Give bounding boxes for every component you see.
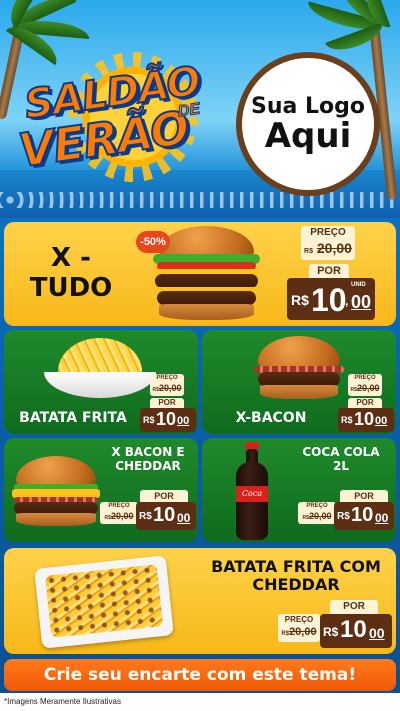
- price-tag: R$ 10 00: [136, 502, 196, 530]
- product-card-batata-frita: BATATA FRITA PREÇO R$20,00 POR R$ 10 00: [4, 330, 198, 434]
- old-price-value: 20,00: [289, 626, 317, 638]
- product-card-batata-cheddar: BATATA FRITA COM CHEDDAR POR PREÇO R$20,…: [4, 548, 396, 654]
- price-currency: R$: [337, 511, 350, 522]
- logo-text-line-2: Aqui: [264, 115, 352, 156]
- old-price-value: 20,00: [308, 511, 332, 521]
- discount-badge: -50%: [136, 231, 170, 253]
- price-cents: 00: [351, 292, 372, 312]
- preco-label: PREÇO: [310, 227, 346, 238]
- por-label: POR: [330, 600, 378, 614]
- price-tag: R$ 10 , 00 UNID: [287, 278, 375, 320]
- product-name: BATATA FRITA COM CHEDDAR: [200, 557, 392, 595]
- old-price-value: 20,00: [316, 240, 352, 256]
- product-name-line-2: TUDO: [29, 272, 113, 303]
- bottle-label-logo: Coca: [236, 486, 268, 502]
- product-card-coca-cola: Coca COCA COLA 2L POR PREÇO R$20,00 R$ 1…: [202, 438, 396, 542]
- product-name: X BACON E CHEDDAR: [100, 445, 196, 474]
- product-name-line-2: 2L: [333, 458, 349, 473]
- old-price-tag: PREÇO R$20,00: [150, 374, 184, 396]
- burger-cheddar-image: [10, 456, 102, 528]
- promo-flyer: SALDÃO VERÃO DE Sua Logo Aqui X - TUDO P…: [0, 0, 400, 711]
- por-label: POR: [150, 398, 184, 408]
- preco-label: PREÇO: [354, 375, 376, 381]
- price-currency: R$: [143, 415, 155, 425]
- price-cents: 00: [177, 415, 190, 427]
- price-tag: R$ 10 00: [334, 502, 394, 530]
- old-price-tag: PREÇO R$20,00: [298, 502, 336, 524]
- price-tag: R$ 10 00: [320, 614, 392, 648]
- price-integer: 10: [311, 282, 347, 318]
- old-price-value: 20,00: [356, 383, 380, 393]
- product-name-line-1: COCA COLA: [302, 445, 380, 459]
- price-integer: 10: [156, 409, 177, 429]
- burger-bacon-image: [254, 336, 344, 402]
- old-price-tag: PREÇO R$ 20,00: [301, 226, 355, 260]
- old-price-value: 20,00: [158, 383, 182, 393]
- product-name: X - TUDO: [26, 243, 116, 304]
- product-card-x-bacon-cheddar: X BACON E CHEDDAR POR PREÇO R$20,00 R$ 1…: [4, 438, 198, 542]
- product-name-line-2: CHEDDAR: [252, 575, 340, 595]
- title-de: DE: [176, 100, 202, 121]
- fries-tray-image: [34, 555, 174, 649]
- price-integer: 10: [153, 504, 176, 526]
- price-currency: R$: [341, 415, 353, 425]
- price-cents: 00: [375, 415, 388, 427]
- product-name-line-1: BATATA FRITA COM: [211, 557, 381, 576]
- promo-title: SALDÃO VERÃO DE: [14, 57, 218, 178]
- old-price-tag: PREÇO R$20,00: [348, 374, 382, 396]
- price-currency: R$: [291, 292, 309, 308]
- old-price-tag: PREÇO R$20,00: [278, 614, 320, 642]
- price-cents: 00: [375, 511, 389, 525]
- product-name: X-BACON: [235, 410, 307, 426]
- price-currency: R$: [139, 511, 152, 522]
- price-tag: R$ 10 00: [140, 408, 196, 432]
- por-label: POR: [140, 490, 188, 502]
- product-card-x-tudo: X - TUDO PREÇO R$ 20,00 POR R$ 10 , 00 U…: [4, 222, 396, 326]
- cta-banner[interactable]: Crie seu encarte com este tema!: [4, 659, 396, 691]
- price-cents: 00: [177, 511, 191, 525]
- unid-label: UNID: [351, 282, 366, 288]
- price-currency: R$: [323, 625, 339, 639]
- old-price-value: 20,00: [110, 511, 134, 521]
- preco-label: PREÇO: [306, 503, 328, 509]
- logo-text-line-1: Sua Logo: [250, 93, 365, 119]
- old-price-currency: R$: [304, 248, 313, 255]
- product-name: COCA COLA 2L: [288, 445, 394, 474]
- product-name-line-1: X -: [51, 243, 91, 273]
- soda-bottle-image: Coca: [234, 442, 270, 540]
- header-banner: SALDÃO VERÃO DE Sua Logo Aqui: [0, 0, 400, 218]
- price-integer: 10: [351, 504, 374, 526]
- price-cents: 00: [369, 625, 385, 641]
- product-name-line-1: X BACON E: [111, 445, 185, 459]
- old-price-tag: PREÇO R$20,00: [100, 502, 138, 524]
- product-name: BATATA FRITA: [19, 410, 127, 426]
- por-label: POR: [348, 398, 382, 408]
- fries-bowl-image: [40, 334, 160, 400]
- old-price-currency: R$: [281, 631, 290, 637]
- price-integer: 10: [354, 409, 375, 429]
- product-card-x-bacon: X-BACON PREÇO R$20,00 POR R$ 10 00: [202, 330, 396, 434]
- preco-label: PREÇO: [108, 503, 130, 509]
- preco-label: PREÇO: [156, 375, 178, 381]
- logo-placeholder: Sua Logo Aqui: [236, 52, 380, 196]
- product-name-line-2: CHEDDAR: [115, 458, 181, 473]
- price-tag: R$ 10 00: [338, 408, 394, 432]
- footer-disclaimer: *Imagens Meramente Ilustrativas: [0, 693, 400, 711]
- preco-label: PREÇO: [284, 615, 314, 624]
- por-label: POR: [309, 264, 349, 278]
- por-label: POR: [340, 490, 388, 502]
- price-integer: 10: [340, 616, 367, 643]
